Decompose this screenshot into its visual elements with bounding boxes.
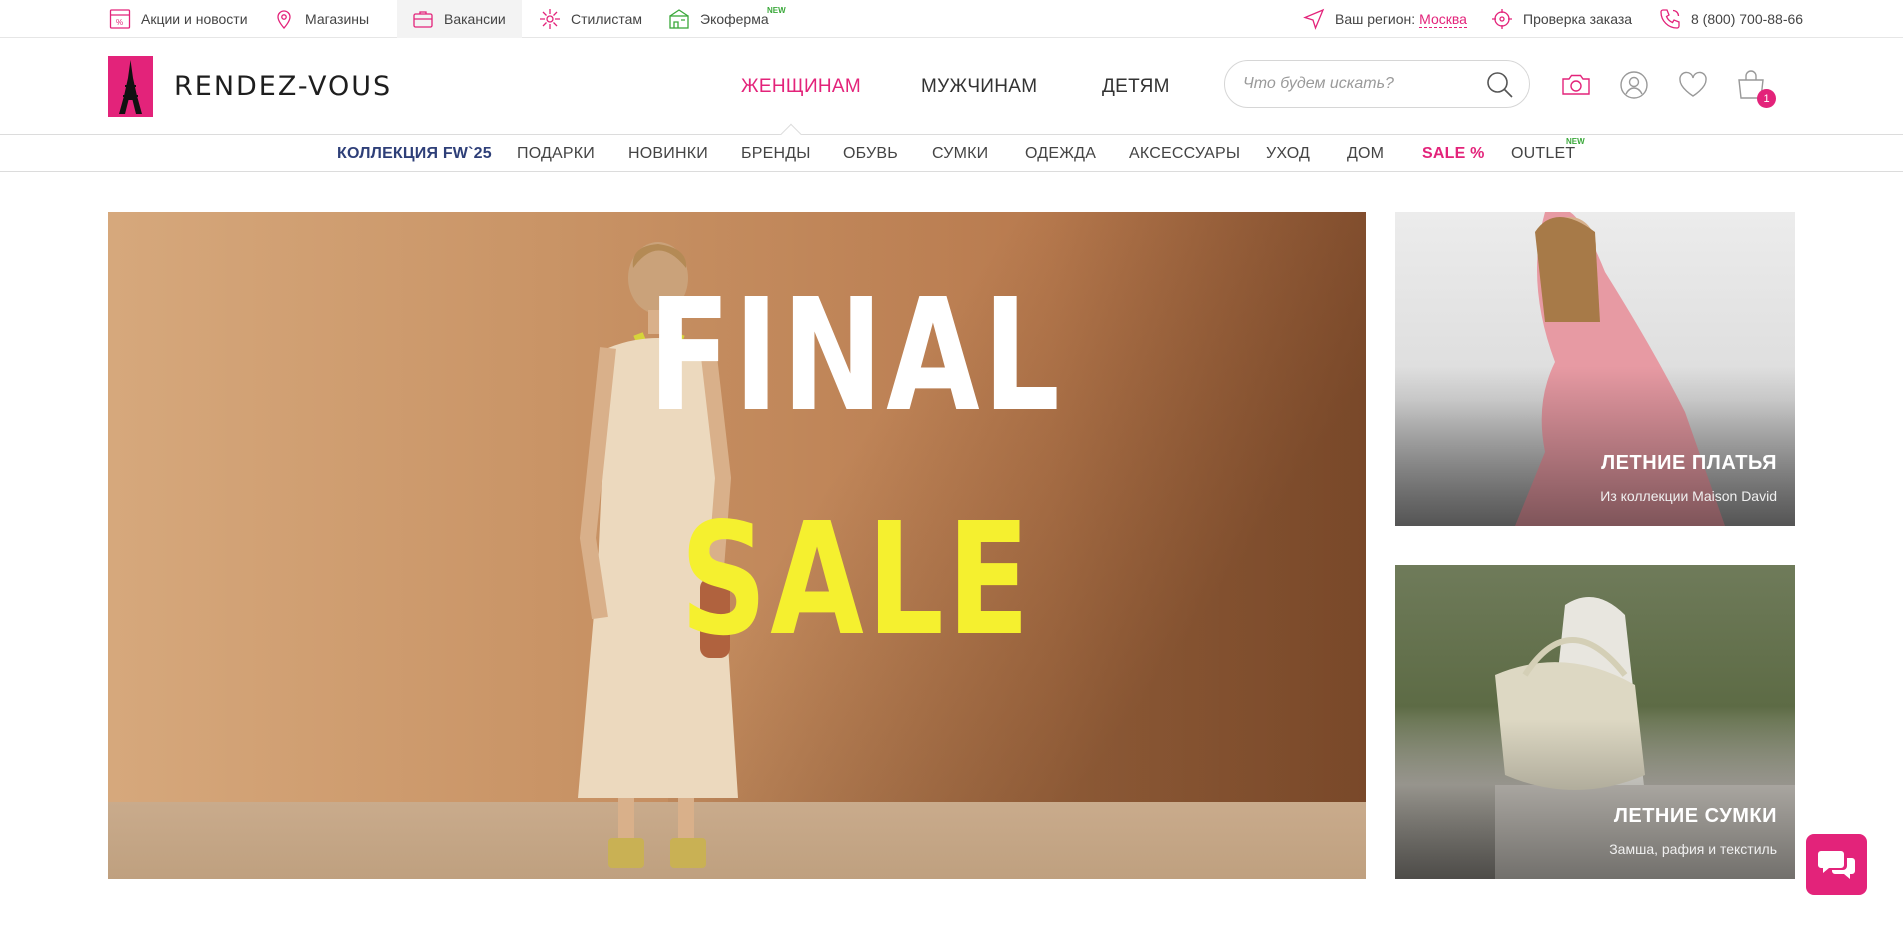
phone-icon [1660, 9, 1680, 29]
phone-link[interactable]: 8 (800) 700-88-66 [1658, 0, 1803, 38]
chat-bubbles-icon [1817, 850, 1855, 879]
nav-brands[interactable]: БРЕНДЫ [741, 135, 811, 172]
camera-icon[interactable] [1559, 68, 1593, 102]
target-icon [1492, 9, 1512, 29]
logo-text: RENDEZ-VOUS [174, 71, 393, 102]
stores-label: Магазины [305, 11, 370, 27]
vacancies-link[interactable]: Вакансии [397, 0, 522, 38]
nav-accessories[interactable]: АКСЕССУАРЫ [1129, 135, 1240, 172]
location-arrow-icon [1303, 8, 1325, 30]
percent-tag-icon: % [109, 9, 131, 29]
nav-bags[interactable]: СУМКИ [932, 135, 988, 172]
order-check-label: Проверка заказа [1523, 11, 1633, 27]
eco-farm-icon [669, 9, 689, 29]
nav-new-arrivals[interactable]: НОВИНКИ [628, 135, 708, 172]
hero-headline-final: FINAL [648, 265, 1063, 446]
eiffel-tower-icon [119, 60, 142, 114]
sparkle-icon [540, 9, 560, 29]
outlet-new-badge: NEW [1566, 137, 1585, 146]
summer-dresses-banner[interactable]: ЛЕТНИЕ ПЛАТЬЯ Из коллекции Maison David [1395, 212, 1795, 526]
nav-collection[interactable]: КОЛЛЕКЦИЯ FW`25 [337, 135, 492, 172]
category-nav: КОЛЛЕКЦИЯ FW`25 ПОДАРКИ НОВИНКИ БРЕНДЫ О… [0, 135, 1903, 172]
nav-gifts[interactable]: ПОДАРКИ [517, 135, 595, 172]
promo-news-label: Акции и новости [141, 11, 248, 27]
summer-bags-banner[interactable]: ЛЕТНИЕ СУМКИ Замша, рафия и текстиль [1395, 565, 1795, 879]
top-utility-bar: % Акции и новости Магазины Вакансии Стил… [0, 0, 1903, 38]
main-header: RENDEZ-VOUS ЖЕНЩИНАМ МУЖЧИНАМ ДЕТЯМ 1 [0, 38, 1903, 135]
active-nav-indicator [779, 121, 803, 135]
hero-banner-final-sale[interactable]: FINAL SALE [108, 212, 1366, 879]
stylists-label: Стилистам [571, 11, 642, 27]
stylists-link[interactable]: Стилистам [538, 0, 642, 38]
ecofarm-label: Экоферма [700, 11, 769, 27]
nav-clothing[interactable]: ОДЕЖДА [1025, 135, 1096, 172]
search-icon[interactable] [1485, 70, 1515, 100]
ecofarm-new-badge: NEW [767, 6, 786, 15]
region-label: Ваш регион: [1335, 11, 1416, 27]
vacancies-label: Вакансии [444, 11, 506, 27]
user-icon[interactable] [1617, 68, 1651, 102]
nav-shoes[interactable]: ОБУВЬ [843, 135, 898, 172]
briefcase-icon [413, 11, 433, 28]
summer-dresses-title: ЛЕТНИЕ ПЛАТЬЯ [1601, 452, 1777, 474]
summer-dresses-subtitle: Из коллекции Maison David [1600, 488, 1777, 504]
svg-text:%: % [116, 18, 123, 27]
hero-headline-sale: SALE [680, 489, 1033, 670]
promo-news-link[interactable]: % Акции и новости [108, 0, 248, 38]
summer-bags-title: ЛЕТНИЕ СУМКИ [1613, 805, 1777, 827]
nav-kids[interactable]: ДЕТЯМ [1102, 38, 1170, 135]
map-pin-icon [277, 10, 291, 29]
summer-bags-subtitle: Замша, рафия и текстиль [1609, 841, 1777, 857]
region-selector[interactable]: Ваш регион: Москва [1302, 0, 1467, 38]
site-logo[interactable]: RENDEZ-VOUS [108, 56, 392, 117]
ecofarm-link[interactable]: Экоферма [667, 0, 769, 38]
search-input[interactable] [1243, 72, 1473, 96]
cart-count-badge: 1 [1757, 89, 1776, 108]
heart-icon[interactable] [1676, 68, 1710, 102]
order-check-link[interactable]: Проверка заказа [1490, 0, 1632, 38]
stores-link[interactable]: Магазины [272, 0, 369, 38]
logo-mark [108, 56, 153, 117]
search-box [1224, 60, 1530, 108]
region-value[interactable]: Москва [1419, 11, 1467, 28]
nav-care[interactable]: УХОД [1266, 135, 1310, 172]
phone-number: 8 (800) 700-88-66 [1691, 11, 1804, 27]
chat-support-button[interactable] [1806, 834, 1867, 895]
nav-men[interactable]: МУЖЧИНАМ [921, 38, 1037, 135]
nav-home[interactable]: ДОМ [1347, 135, 1384, 172]
nav-sale[interactable]: SALE % [1422, 135, 1485, 172]
